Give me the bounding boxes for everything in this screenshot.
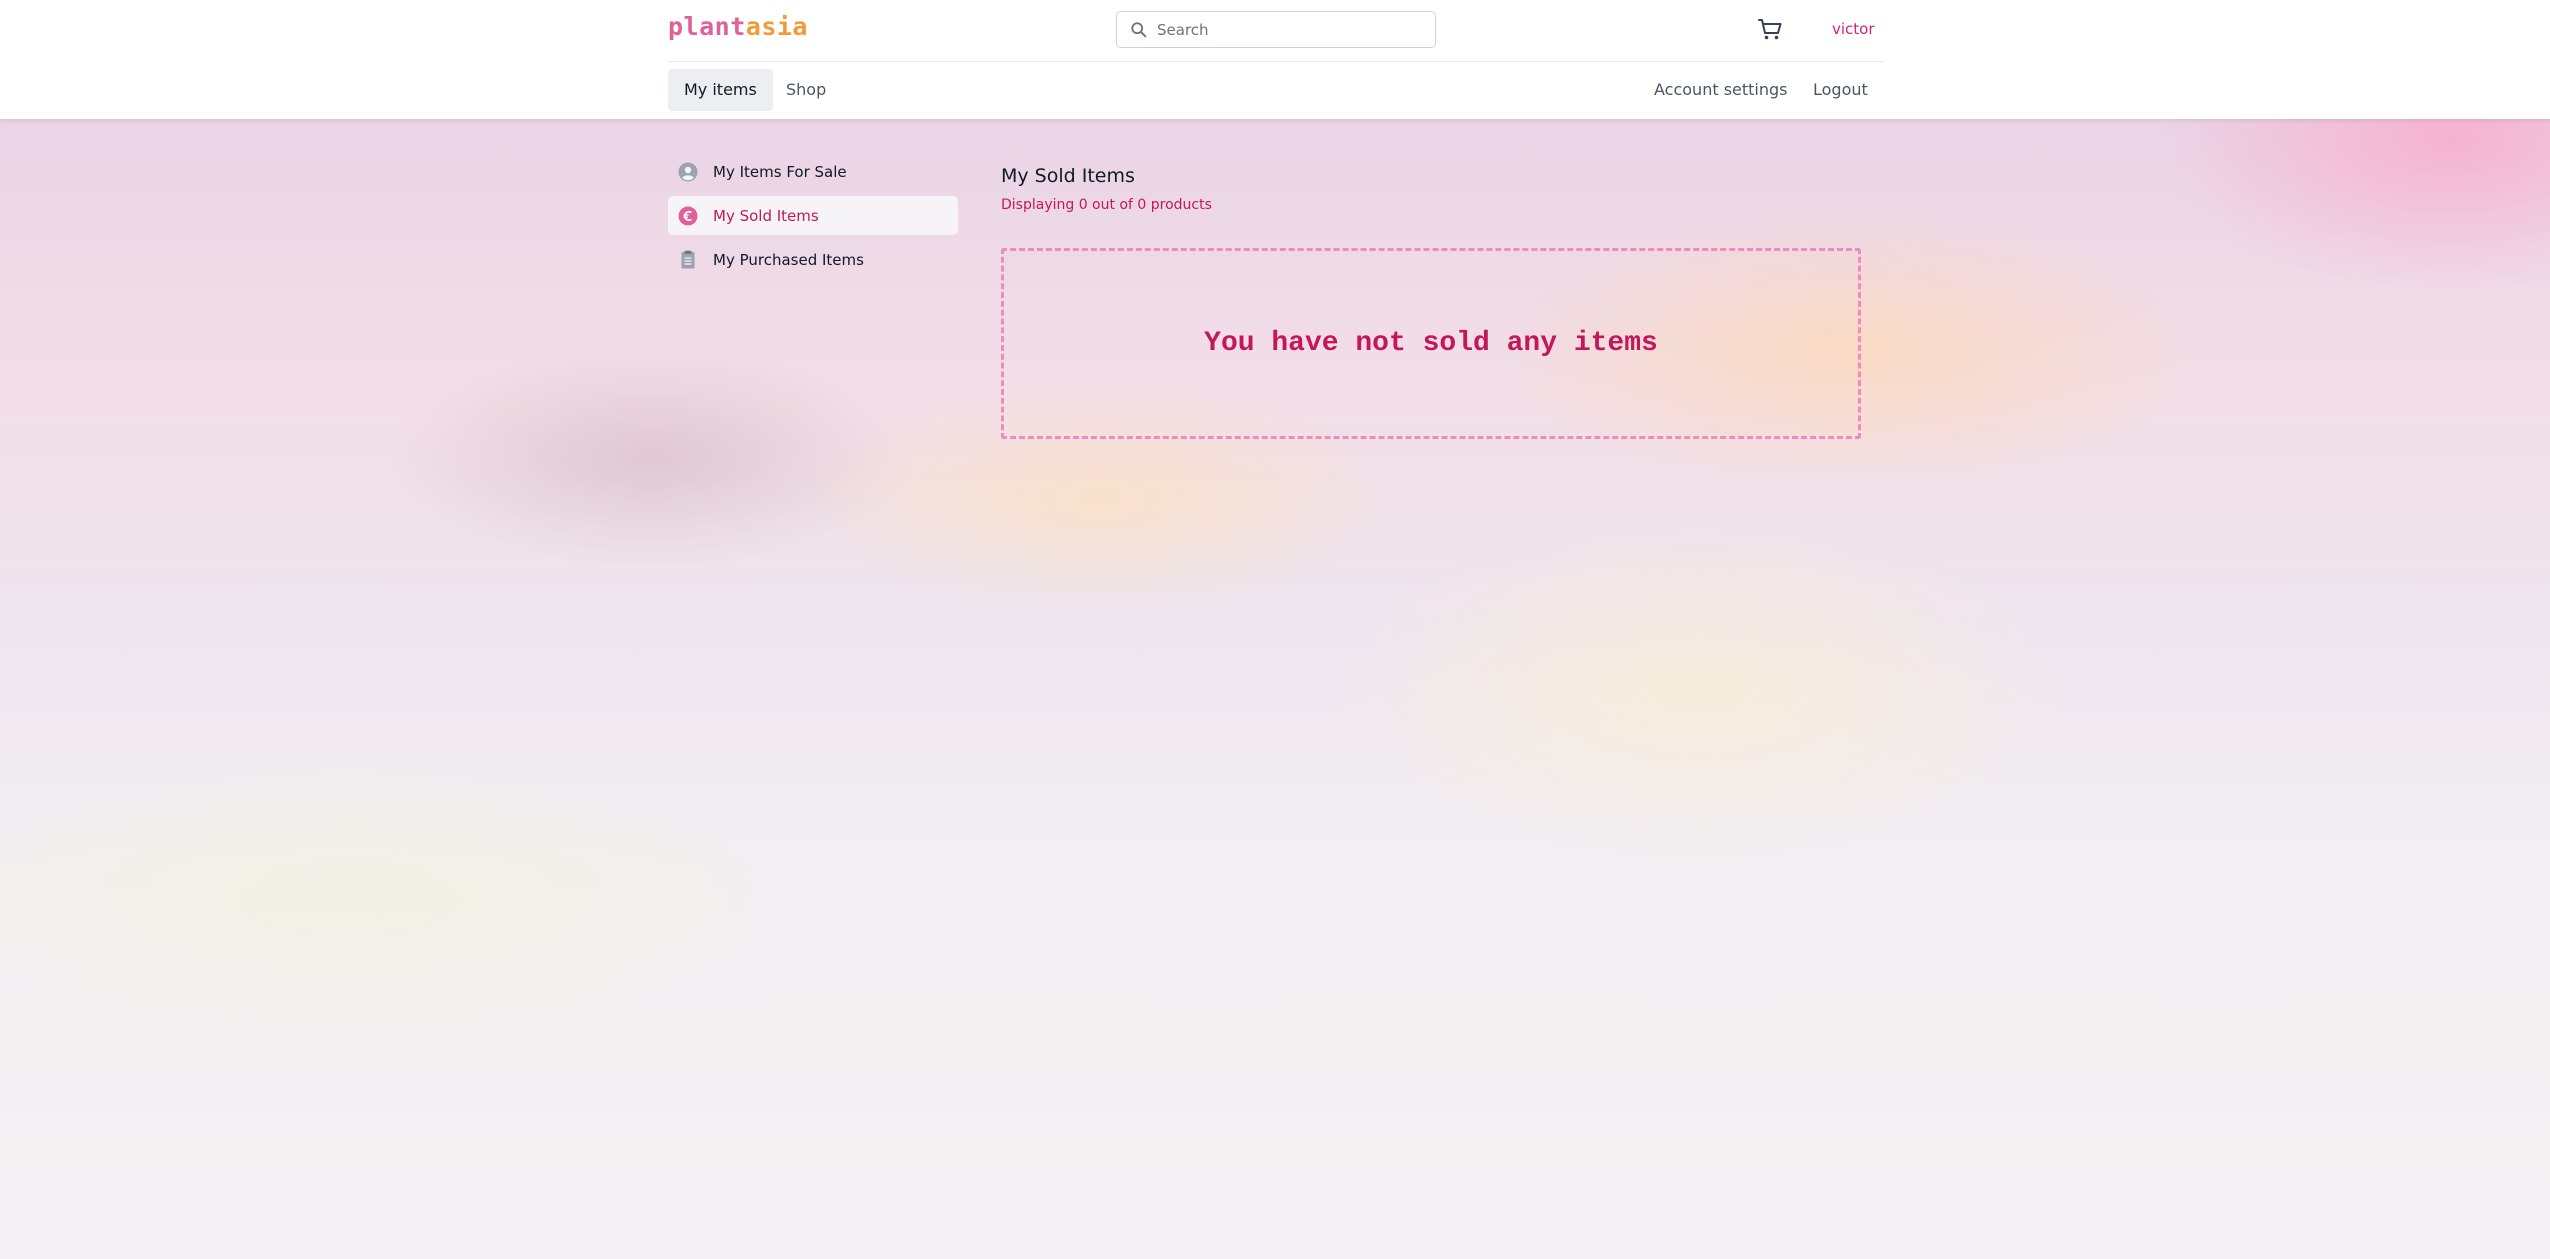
sidebar: My Items For Sale My Sold Items My Purch… [668,152,958,284]
sidebar-item-label: My Items For Sale [713,162,847,181]
page-title: My Sold Items [1001,165,1135,187]
tab-my-items[interactable]: My items [668,69,773,111]
empty-state-box: You have not sold any items [1001,248,1861,439]
logo-part-plant: plant [668,12,746,41]
receipt-icon [681,250,695,268]
tab-shop[interactable]: Shop [770,69,842,111]
empty-state-message: You have not sold any items [1204,328,1658,359]
sidebar-item-label: My Sold Items [713,206,819,225]
logo-part-asia: asia [745,12,808,41]
top-bar: plantasia victor [668,0,1884,62]
search-input[interactable] [1157,12,1427,47]
product-count: Displaying 0 out of 0 products [1001,197,1212,213]
shopping-cart-icon[interactable] [1756,15,1784,43]
username-link[interactable]: victor [1832,20,1875,38]
app-header: plantasia victor My items Shop Account s… [0,0,2550,119]
main-nav: My items Shop Account settings Logout [668,63,1884,119]
logout-link[interactable]: Logout [1813,69,1868,111]
sidebar-item-items-for-sale[interactable]: My Items For Sale [668,152,958,191]
account-settings-link[interactable]: Account settings [1654,69,1788,111]
logo[interactable]: plantasia [668,12,808,41]
sidebar-item-sold-items[interactable]: My Sold Items [668,196,958,235]
user-circle-icon [678,162,698,181]
sidebar-item-label: My Purchased Items [713,250,864,269]
sidebar-item-purchased-items[interactable]: My Purchased Items [668,240,958,279]
euro-coin-icon [678,206,698,225]
search-icon [1131,22,1147,38]
main-content: My Sold Items Displaying 0 out of 0 prod… [1001,165,1861,439]
search-box [1116,11,1436,48]
